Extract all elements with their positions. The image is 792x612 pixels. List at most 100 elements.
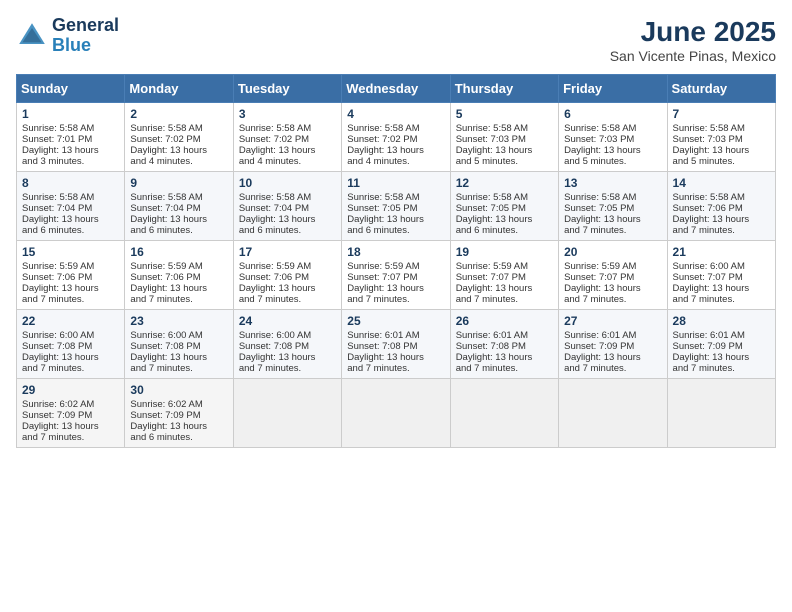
day-number: 20 [564, 245, 661, 259]
calendar-week-row: 1 Sunrise: 5:58 AMSunset: 7:01 PMDaylight… [17, 103, 776, 172]
calendar-cell: 12 Sunrise: 5:58 AMSunset: 7:05 PMDayligh… [450, 172, 558, 241]
calendar-cell: 3Sunrise: 5:58 AMSunset: 7:02 PMDaylight… [233, 103, 341, 172]
day-info: Sunrise: 6:00 AMSunset: 7:07 PMDaylight:… [673, 261, 750, 305]
day-info: Sunrise: 5:58 AMSunset: 7:02 PMDaylight:… [347, 123, 424, 167]
day-info: Sunrise: 6:02 AMSunset: 7:09 PMDaylight:… [130, 399, 207, 443]
day-number: 13 [564, 176, 661, 190]
day-number: 6 [564, 107, 661, 121]
weekday-header: Saturday [667, 75, 775, 103]
day-info: Sunrise: 5:58 AMSunset: 7:06 PMDaylight:… [673, 192, 750, 236]
day-info: Sunrise: 5:58 AMSunset: 7:02 PMDaylight:… [239, 123, 316, 167]
day-info: Sunrise: 6:01 AMSunset: 7:09 PMDaylight:… [564, 330, 641, 374]
day-number: 4 [347, 107, 444, 121]
day-info: Sunrise: 5:58 AMSunset: 7:05 PMDaylight:… [456, 192, 533, 236]
weekday-header: Wednesday [342, 75, 450, 103]
calendar-cell: 19 Sunrise: 5:59 AMSunset: 7:07 PMDayligh… [450, 241, 558, 310]
calendar-cell: 18 Sunrise: 5:59 AMSunset: 7:07 PMDayligh… [342, 241, 450, 310]
day-info: Sunrise: 5:58 AMSunset: 7:03 PMDaylight:… [673, 123, 750, 167]
calendar-cell: 21Sunrise: 6:00 AMSunset: 7:07 PMDayligh… [667, 241, 775, 310]
day-info: Sunrise: 5:58 AMSunset: 7:03 PMDaylight:… [456, 123, 533, 167]
calendar-cell: 20 Sunrise: 5:59 AMSunset: 7:07 PMDayligh… [559, 241, 667, 310]
calendar-cell: 2 Sunrise: 5:58 AMSunset: 7:02 PMDaylight… [125, 103, 233, 172]
calendar-cell: 17Sunrise: 5:59 AMSunset: 7:06 PMDayligh… [233, 241, 341, 310]
weekday-header-row: SundayMondayTuesdayWednesdayThursdayFrid… [17, 75, 776, 103]
calendar-week-row: 8 Sunrise: 5:58 AMSunset: 7:04 PMDaylight… [17, 172, 776, 241]
day-number: 23 [130, 314, 227, 328]
calendar-cell: 25 Sunrise: 6:01 AMSunset: 7:08 PMDayligh… [342, 310, 450, 379]
calendar-cell: 27 Sunrise: 6:01 AMSunset: 7:09 PMDayligh… [559, 310, 667, 379]
title-block: June 2025 San Vicente Pinas, Mexico [610, 16, 776, 64]
calendar-cell: 7 Sunrise: 5:58 AMSunset: 7:03 PMDaylight… [667, 103, 775, 172]
day-number: 14 [673, 176, 770, 190]
day-number: 10 [239, 176, 336, 190]
day-number: 28 [673, 314, 770, 328]
day-number: 7 [673, 107, 770, 121]
calendar-cell: 24 Sunrise: 6:00 AMSunset: 7:08 PMDayligh… [233, 310, 341, 379]
calendar-cell: 8 Sunrise: 5:58 AMSunset: 7:04 PMDaylight… [17, 172, 125, 241]
day-info: Sunrise: 5:58 AMSunset: 7:03 PMDaylight:… [564, 123, 641, 167]
day-number: 30 [130, 383, 227, 397]
day-number: 18 [347, 245, 444, 259]
day-info: Sunrise: 6:01 AMSunset: 7:08 PMDaylight:… [456, 330, 533, 374]
calendar-cell [342, 379, 450, 448]
calendar-cell: 9Sunrise: 5:58 AMSunset: 7:04 PMDaylight… [125, 172, 233, 241]
day-number: 24 [239, 314, 336, 328]
day-info: Sunrise: 5:58 AMSunset: 7:02 PMDaylight:… [130, 123, 207, 167]
day-info: Sunrise: 6:02 AMSunset: 7:09 PMDaylight:… [22, 399, 99, 443]
calendar-cell: 14 Sunrise: 5:58 AMSunset: 7:06 PMDayligh… [667, 172, 775, 241]
calendar-cell: 15 Sunrise: 5:59 AMSunset: 7:06 PMDayligh… [17, 241, 125, 310]
day-info: Sunrise: 5:58 AMSunset: 7:05 PMDaylight:… [347, 192, 424, 236]
day-number: 19 [456, 245, 553, 259]
day-number: 11 [347, 176, 444, 190]
logo-text: General Blue [52, 16, 119, 56]
day-info: Sunrise: 6:00 AMSunset: 7:08 PMDaylight:… [130, 330, 207, 374]
calendar-cell: 16 Sunrise: 5:59 AMSunset: 7:06 PMDayligh… [125, 241, 233, 310]
day-info: Sunrise: 5:58 AMSunset: 7:05 PMDaylight:… [564, 192, 641, 236]
calendar-cell: 6 Sunrise: 5:58 AMSunset: 7:03 PMDaylight… [559, 103, 667, 172]
calendar-cell: 26 Sunrise: 6:01 AMSunset: 7:08 PMDayligh… [450, 310, 558, 379]
calendar-cell: 1 Sunrise: 5:58 AMSunset: 7:01 PMDaylight… [17, 103, 125, 172]
day-info: Sunrise: 5:58 AMSunset: 7:01 PMDaylight:… [22, 123, 99, 167]
day-number: 2 [130, 107, 227, 121]
calendar-cell [667, 379, 775, 448]
weekday-header: Friday [559, 75, 667, 103]
weekday-header: Sunday [17, 75, 125, 103]
calendar-week-row: 22 Sunrise: 6:00 AMSunset: 7:08 PMDayligh… [17, 310, 776, 379]
day-number: 29 [22, 383, 119, 397]
day-number: 15 [22, 245, 119, 259]
calendar-cell: 29 Sunrise: 6:02 AMSunset: 7:09 PMDayligh… [17, 379, 125, 448]
day-info: Sunrise: 5:59 AMSunset: 7:06 PMDaylight:… [239, 261, 316, 305]
calendar-cell: 13 Sunrise: 5:58 AMSunset: 7:05 PMDayligh… [559, 172, 667, 241]
day-number: 22 [22, 314, 119, 328]
weekday-header: Thursday [450, 75, 558, 103]
calendar-cell: 28Sunrise: 6:01 AMSunset: 7:09 PMDayligh… [667, 310, 775, 379]
calendar-cell: 30 Sunrise: 6:02 AMSunset: 7:09 PMDayligh… [125, 379, 233, 448]
day-number: 27 [564, 314, 661, 328]
logo-icon [16, 20, 48, 52]
location-subtitle: San Vicente Pinas, Mexico [610, 48, 776, 64]
day-number: 8 [22, 176, 119, 190]
day-number: 16 [130, 245, 227, 259]
day-info: Sunrise: 5:59 AMSunset: 7:07 PMDaylight:… [347, 261, 424, 305]
day-info: Sunrise: 6:01 AMSunset: 7:08 PMDaylight:… [347, 330, 424, 374]
day-info: Sunrise: 5:59 AMSunset: 7:07 PMDaylight:… [564, 261, 641, 305]
calendar-cell: 10Sunrise: 5:58 AMSunset: 7:04 PMDayligh… [233, 172, 341, 241]
calendar-cell: 5 Sunrise: 5:58 AMSunset: 7:03 PMDaylight… [450, 103, 558, 172]
calendar-cell [233, 379, 341, 448]
calendar-cell: 22 Sunrise: 6:00 AMSunset: 7:08 PMDayligh… [17, 310, 125, 379]
day-number: 5 [456, 107, 553, 121]
month-year-title: June 2025 [610, 16, 776, 48]
day-info: Sunrise: 5:58 AMSunset: 7:04 PMDaylight:… [130, 192, 207, 236]
calendar-week-row: 29 Sunrise: 6:02 AMSunset: 7:09 PMDayligh… [17, 379, 776, 448]
day-info: Sunrise: 5:59 AMSunset: 7:07 PMDaylight:… [456, 261, 533, 305]
calendar-week-row: 15 Sunrise: 5:59 AMSunset: 7:06 PMDayligh… [17, 241, 776, 310]
day-info: Sunrise: 6:00 AMSunset: 7:08 PMDaylight:… [22, 330, 99, 374]
day-info: Sunrise: 5:59 AMSunset: 7:06 PMDaylight:… [130, 261, 207, 305]
day-info: Sunrise: 6:00 AMSunset: 7:08 PMDaylight:… [239, 330, 316, 374]
day-number: 25 [347, 314, 444, 328]
day-info: Sunrise: 5:58 AMSunset: 7:04 PMDaylight:… [22, 192, 99, 236]
day-number: 1 [22, 107, 119, 121]
day-number: 12 [456, 176, 553, 190]
day-info: Sunrise: 5:59 AMSunset: 7:06 PMDaylight:… [22, 261, 99, 305]
day-number: 26 [456, 314, 553, 328]
